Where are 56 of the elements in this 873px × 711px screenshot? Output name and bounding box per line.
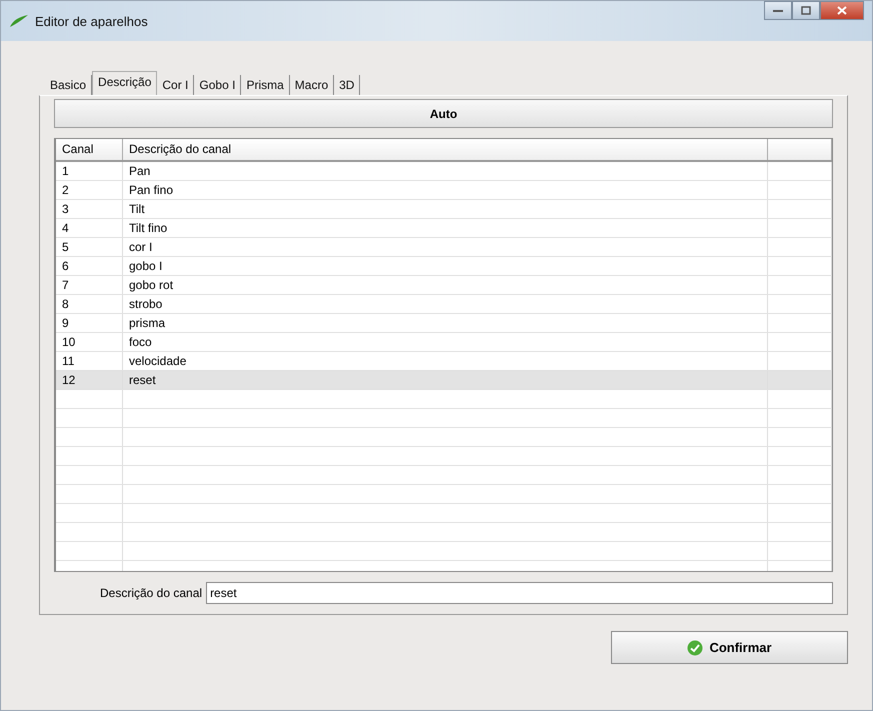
table-cell: 4 [62,221,69,236]
table-cell: strobo [129,297,162,312]
table-cell: 8 [62,297,69,312]
tab[interactable]: Macro [290,75,334,95]
check-icon [687,640,704,656]
table-row[interactable]: 12 reset [56,371,832,390]
table-cell: 7 [62,278,69,292]
description-field[interactable]: reset [206,582,833,604]
tab[interactable]: Cor I [157,75,194,95]
close-icon [837,6,847,15]
table-cell: Pan [129,164,150,178]
table-cell: 5 [62,240,69,254]
table-row[interactable]: 1 Pan [56,162,832,182]
table-cell: 6 [62,259,69,274]
confirm-button[interactable]: Confirmar [611,631,848,664]
window-title: Editor de aparelhos [35,14,148,28]
table-cell: 11 [62,354,74,368]
table-cell: 12 [62,373,76,388]
close-button[interactable] [820,1,864,20]
table-cell: 10 [62,335,76,350]
table-cell: gobo rot [129,278,174,292]
tab[interactable]: Descrição [92,71,158,95]
table-cell: 1 [62,164,69,178]
maximize-icon [801,6,811,15]
table-row[interactable]: 8 strobo [56,295,832,314]
table-cell: 2 [62,183,69,198]
app-icon [9,14,29,28]
table-cell: 3 [62,202,69,216]
tab[interactable]: Gobo I [194,75,242,95]
minimize-button[interactable] [764,1,792,20]
table-row[interactable]: 3 Tilt [56,200,832,220]
table-cell: gobo I [129,259,162,274]
table-cell: cor I [129,240,152,254]
table-cell: foco [129,335,152,350]
table-cell: Tilt fino [129,221,168,236]
table-cell: prisma [129,316,166,330]
table-row[interactable]: 2 Pan fino [56,181,832,200]
table-cell: reset [129,373,156,388]
field-label: Descrição do canal [100,586,202,600]
table-cell: 9 [62,316,69,330]
tab[interactable]: 3D [334,75,360,95]
table-row[interactable]: 6 gobo I [56,257,832,276]
auto-button[interactable]: Auto [54,99,833,128]
column-header[interactable]: Canal [56,139,123,160]
minimize-icon [773,8,783,12]
column-header[interactable]: Descrição do canal [123,139,768,160]
maximize-button[interactable] [792,1,820,20]
table-row[interactable]: 9 prisma [56,314,832,334]
table-row[interactable]: 5 cor I [56,238,832,258]
table-row[interactable]: 10 foco [56,333,832,352]
table-cell: Tilt [129,202,145,216]
tab[interactable]: Prisma [241,75,290,95]
table-row[interactable]: 4 Tilt fino [56,219,832,238]
table-cell: velocidade [129,354,186,368]
table-row[interactable]: 7 gobo rot [56,276,832,296]
table-cell: Pan fino [129,183,174,198]
